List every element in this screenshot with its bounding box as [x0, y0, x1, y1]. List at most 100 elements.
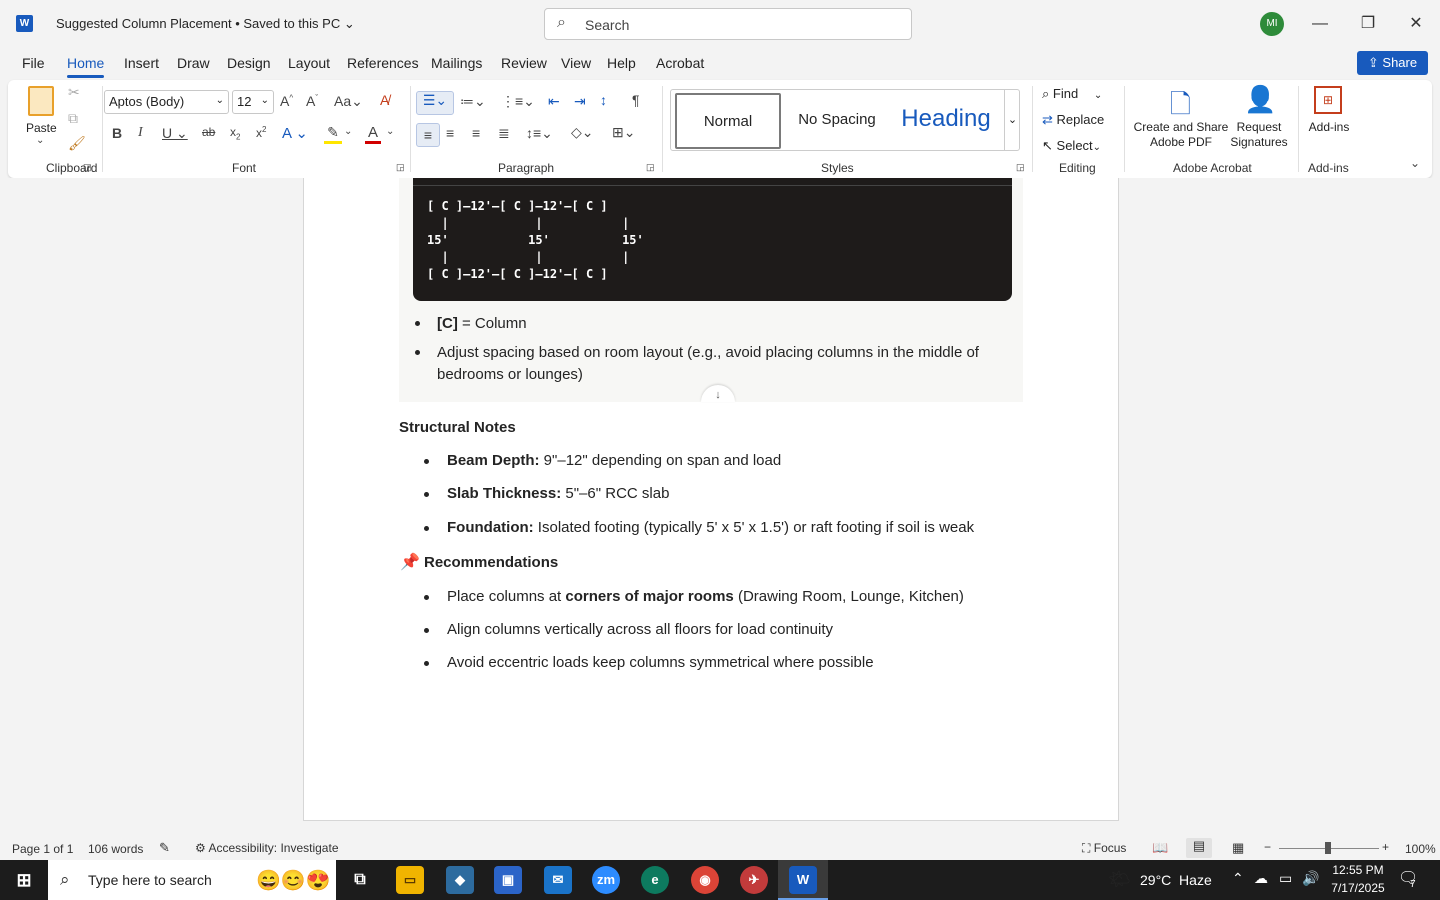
read-mode-icon[interactable]: 📖	[1152, 840, 1168, 856]
subscript-icon[interactable]: x2	[230, 125, 240, 141]
chevron-down-icon[interactable]: ⌄	[344, 126, 352, 137]
borders-icon[interactable]: ⊞⌄	[612, 124, 635, 141]
weather-icon[interactable]: 🌤	[1108, 869, 1131, 890]
style-heading[interactable]: Heading	[891, 93, 1001, 149]
shading-icon[interactable]: ◇⌄	[571, 124, 594, 141]
app-icon[interactable]: ◆	[446, 866, 474, 894]
word-taskbar-button[interactable]: W	[778, 860, 828, 900]
bold-icon[interactable]: B	[112, 125, 122, 141]
create-share-pdf-button[interactable]: Create and Share Adobe PDF	[1132, 120, 1230, 150]
close-icon[interactable]: ✕	[1400, 8, 1432, 40]
edge-icon[interactable]: e	[641, 866, 669, 894]
avatar[interactable]: MI	[1260, 12, 1284, 36]
accessibility-status[interactable]: ⚙ Accessibility: Investigate	[195, 841, 339, 855]
proofing-icon[interactable]: ✎	[159, 840, 170, 856]
tab-file[interactable]: File	[22, 55, 45, 71]
highlight-icon[interactable]: ✎	[324, 124, 342, 144]
zoom-out-icon[interactable]: −	[1264, 840, 1271, 854]
request-signatures-button[interactable]: Request Signatures	[1228, 120, 1290, 150]
font-size-field[interactable]: 12 ⌄	[232, 90, 274, 114]
dialog-launcher-icon[interactable]: ◲	[1016, 162, 1025, 173]
cut-icon[interactable]: ✂	[68, 84, 80, 101]
increase-indent-icon[interactable]: ⇥	[574, 93, 586, 110]
minimize-icon[interactable]: —	[1304, 8, 1336, 40]
print-layout-icon[interactable]: ▤	[1186, 838, 1212, 858]
chrome-icon[interactable]: ◉	[691, 866, 719, 894]
tab-review[interactable]: Review	[501, 55, 547, 71]
chevron-down-icon[interactable]: ⌄	[36, 135, 44, 146]
copy-icon[interactable]: ⧉	[68, 110, 78, 127]
search-box[interactable]: ⌕ Search	[544, 8, 912, 40]
grow-font-icon[interactable]: A^	[280, 93, 293, 109]
superscript-icon[interactable]: x2	[256, 125, 266, 140]
numbering-icon[interactable]: ≔⌄	[460, 93, 486, 110]
align-right-icon[interactable]: ≡	[472, 125, 480, 141]
show-formatting-icon[interactable]: ¶	[632, 92, 640, 108]
clock-time[interactable]: 12:55 PM	[1330, 863, 1386, 877]
add-ins-button[interactable]: Add-ins	[1304, 120, 1354, 134]
shrink-font-icon[interactable]: Aˇ	[306, 93, 318, 109]
tab-home[interactable]: Home	[67, 55, 105, 78]
tab-design[interactable]: Design	[227, 55, 271, 71]
zoom-app-icon[interactable]: zm	[592, 866, 620, 894]
tab-help[interactable]: Help	[607, 55, 636, 71]
style-no-spacing[interactable]: No Spacing	[783, 93, 891, 149]
focus-button[interactable]: ⛶ Focus	[1082, 841, 1126, 856]
chevron-up-icon[interactable]: ⌃	[1232, 870, 1244, 887]
dialog-launcher-icon[interactable]: ◲	[396, 162, 405, 173]
add-ins-icon[interactable]: ⊞	[1314, 86, 1342, 114]
styles-more-icon[interactable]: ⌄	[1004, 90, 1020, 150]
taskbar-search[interactable]: ⌕ Type here to search 😄😊😍	[48, 860, 336, 900]
onedrive-icon[interactable]: ☁	[1254, 870, 1268, 887]
restore-icon[interactable]: ❐	[1352, 8, 1384, 40]
volume-icon[interactable]: 🔊	[1302, 870, 1319, 887]
select-button[interactable]: ↖ Select⌄	[1042, 138, 1101, 154]
dialog-launcher-icon[interactable]: ◲	[83, 162, 92, 173]
web-layout-icon[interactable]: ▦	[1232, 840, 1244, 856]
zoom-level[interactable]: 100%	[1405, 842, 1436, 856]
clear-formatting-icon[interactable]: A̸	[380, 92, 389, 108]
underline-icon[interactable]: U ⌄	[162, 125, 188, 142]
zoom-slider-handle[interactable]	[1325, 842, 1331, 854]
change-case-icon[interactable]: Aa⌄	[334, 93, 363, 110]
justify-icon[interactable]: ≣	[498, 125, 510, 142]
align-left-icon[interactable]: ≡	[416, 123, 440, 147]
dialog-launcher-icon[interactable]: ◲	[646, 162, 655, 173]
collapse-ribbon-icon[interactable]: ⌄	[1410, 156, 1420, 170]
replace-button[interactable]: ⇄ Replace	[1042, 112, 1104, 128]
format-painter-icon[interactable]: 🖌	[68, 135, 86, 152]
tab-layout[interactable]: Layout	[288, 55, 330, 71]
task-view-icon[interactable]: ⧉	[346, 866, 374, 894]
signature-icon[interactable]: 👤	[1244, 84, 1276, 115]
italic-icon[interactable]: I	[138, 125, 143, 141]
paste-icon[interactable]	[28, 86, 54, 116]
store-icon[interactable]: ▣	[494, 866, 522, 894]
share-button[interactable]: ⇪ Share	[1357, 51, 1428, 75]
tab-draw[interactable]: Draw	[177, 55, 210, 71]
page-count[interactable]: Page 1 of 1	[12, 842, 73, 856]
paste-button[interactable]: Paste	[26, 121, 57, 135]
line-spacing-icon[interactable]: ↕≡⌄	[526, 125, 553, 142]
text-effects-icon[interactable]: A ⌄	[282, 124, 308, 142]
chevron-down-icon[interactable]: ⌄	[386, 126, 394, 137]
bullets-icon[interactable]: ☰⌄	[416, 91, 454, 115]
document-title[interactable]: Suggested Column Placement • Saved to th…	[56, 16, 355, 32]
tab-mailings[interactable]: Mailings	[431, 55, 482, 71]
font-name-field[interactable]: Aptos (Body) ⌄	[104, 90, 229, 114]
sort-icon[interactable]: ↕	[600, 92, 607, 108]
find-button[interactable]: ⌕ Find ⌄	[1042, 86, 1102, 102]
word-count[interactable]: 106 words	[88, 842, 143, 856]
style-normal[interactable]: Normal	[675, 93, 781, 149]
tab-view[interactable]: View	[561, 55, 591, 71]
network-icon[interactable]: ▭	[1279, 870, 1292, 887]
strikethrough-icon[interactable]: ab	[202, 125, 215, 139]
app-icon[interactable]: ✈	[740, 866, 768, 894]
tab-insert[interactable]: Insert	[124, 55, 159, 71]
mail-icon[interactable]: ✉	[544, 866, 572, 894]
tab-acrobat[interactable]: Acrobat	[656, 55, 704, 71]
file-explorer-icon[interactable]: ▭	[396, 866, 424, 894]
multilevel-list-icon[interactable]: ⋮≡⌄	[501, 93, 535, 110]
tab-references[interactable]: References	[347, 55, 419, 71]
windows-start-icon[interactable]: ⊞	[10, 866, 38, 894]
zoom-in-icon[interactable]: +	[1382, 840, 1389, 854]
